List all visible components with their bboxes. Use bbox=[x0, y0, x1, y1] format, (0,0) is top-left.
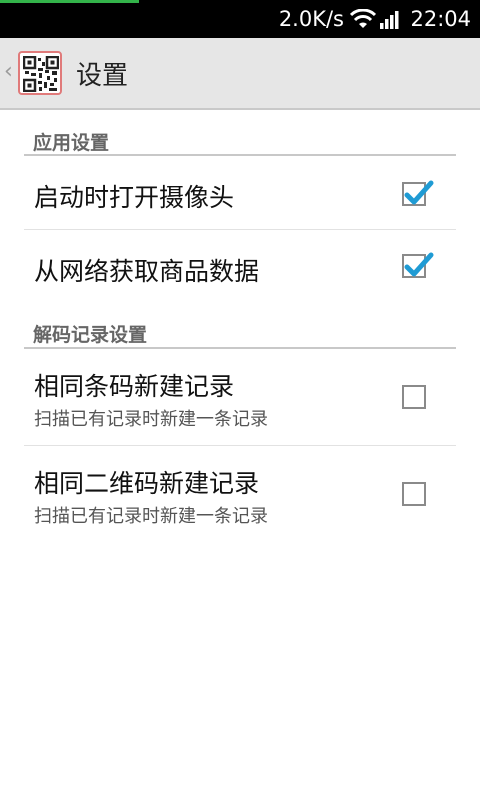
wifi-icon bbox=[349, 8, 377, 33]
section-header-decode-record-settings: 解码记录设置 bbox=[24, 320, 456, 349]
pref-title: 启动时打开摄像头 bbox=[34, 183, 235, 212]
pref-new-record-same-barcode[interactable]: 相同条码新建记录 扫描已有记录时新建一条记录 bbox=[24, 349, 456, 446]
checkbox[interactable] bbox=[402, 482, 426, 506]
pref-summary: 扫描已有记录时新建一条记录 bbox=[34, 506, 268, 527]
pref-title: 相同二维码新建记录 bbox=[34, 469, 260, 498]
network-speed: 2.0K/s bbox=[278, 7, 344, 31]
checkmark-icon bbox=[404, 252, 434, 277]
pref-title: 相同条码新建记录 bbox=[34, 372, 235, 401]
checkbox[interactable] bbox=[402, 385, 426, 409]
pref-summary: 扫描已有记录时新建一条记录 bbox=[34, 409, 268, 430]
section-header-app-settings: 应用设置 bbox=[24, 128, 456, 156]
download-progress-bar bbox=[0, 0, 140, 3]
qr-code-app-icon[interactable] bbox=[18, 51, 62, 95]
checkbox[interactable] bbox=[402, 180, 434, 206]
status-bar: 2.0K/s 22:04 bbox=[0, 0, 480, 38]
pref-title: 从网络获取商品数据 bbox=[34, 257, 260, 286]
pref-new-record-same-qrcode[interactable]: 相同二维码新建记录 扫描已有记录时新建一条记录 bbox=[24, 446, 456, 536]
pref-fetch-product-data[interactable]: 从网络获取商品数据 bbox=[24, 230, 456, 304]
page-title: 设置 bbox=[76, 61, 129, 91]
action-bar: ‹ 设置 bbox=[0, 38, 480, 110]
pref-open-camera-on-start[interactable]: 启动时打开摄像头 bbox=[24, 157, 456, 230]
back-chevron-icon[interactable]: ‹ bbox=[4, 60, 16, 84]
checkbox[interactable] bbox=[402, 252, 434, 278]
checkmark-icon bbox=[404, 180, 434, 205]
signal-icon bbox=[380, 11, 400, 33]
status-time: 22:04 bbox=[410, 7, 471, 31]
